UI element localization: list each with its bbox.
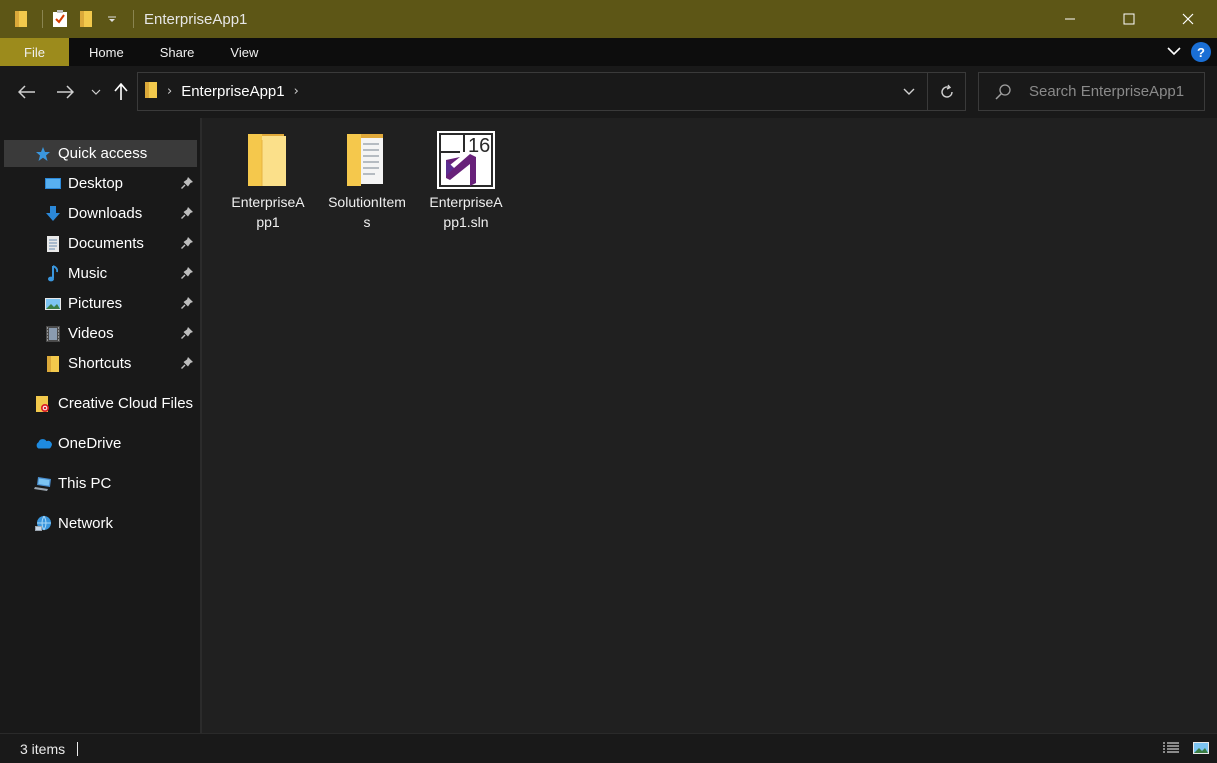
folder-icon [144, 81, 158, 103]
sidebar-item-label: Videos [68, 325, 114, 342]
this-pc-icon [34, 475, 52, 493]
onedrive-icon [34, 435, 52, 453]
sidebar-item-label: This PC [58, 475, 112, 492]
creative-cloud-icon [34, 395, 52, 413]
tab-view[interactable]: View [212, 38, 276, 66]
address-history-dropdown[interactable] [899, 82, 919, 102]
minimize-button[interactable] [1040, 0, 1099, 38]
forward-button[interactable] [53, 80, 77, 104]
sidebar-item-label: Desktop [68, 175, 124, 192]
quick-access-toolbar: EnterpriseApp1 [0, 0, 247, 38]
network-icon [34, 515, 52, 533]
breadcrumb-separator[interactable]: › [294, 84, 299, 99]
documents-icon [44, 235, 62, 253]
new-folder-icon[interactable] [75, 8, 97, 30]
search-box[interactable]: Search EnterpriseApp1 [978, 72, 1205, 111]
sidebar-item-label: Creative Cloud Files [58, 395, 194, 412]
sidebar-item-downloads[interactable]: Downloads [44, 200, 197, 227]
sidebar-item-creative-cloud-files[interactable]: Creative Cloud Files [34, 390, 197, 417]
sidebar-item-videos[interactable]: Videos [44, 320, 197, 347]
help-icon[interactable]: ? [1191, 42, 1211, 62]
pictures-icon [44, 295, 62, 313]
sidebar-item-music[interactable]: Music [44, 260, 197, 287]
sidebar-item-desktop[interactable]: Desktop [44, 170, 197, 197]
file-item[interactable]: 16 EnterpriseApp1.sln [423, 128, 509, 232]
ribbon-tabs: File Home Share View ? [0, 38, 1217, 66]
title-bar: EnterpriseApp1 [0, 0, 1217, 38]
window-title: EnterpriseApp1 [144, 10, 248, 28]
downloads-icon [44, 205, 62, 223]
sidebar-item-documents[interactable]: Documents [44, 230, 197, 257]
file-item[interactable]: EnterpriseApp1 [225, 128, 311, 232]
address-bar[interactable]: › EnterpriseApp1 › [137, 72, 966, 111]
sidebar-item-label: Quick access [58, 145, 148, 162]
pin-icon[interactable] [180, 356, 194, 370]
refresh-button[interactable] [927, 73, 965, 110]
tab-share[interactable]: Share [142, 38, 213, 66]
file-name: EnterpriseApp1 [231, 194, 305, 230]
folder-icon [236, 128, 300, 192]
file-name: SolutionItems [328, 194, 406, 230]
maximize-button[interactable] [1099, 0, 1158, 38]
sidebar-item-label: OneDrive [58, 435, 122, 452]
large-icons-view-icon[interactable] [1191, 739, 1211, 757]
pin-icon[interactable] [180, 176, 194, 190]
close-button[interactable] [1158, 0, 1217, 38]
folder-with-docs-icon [335, 128, 399, 192]
item-count: 3 items [20, 740, 66, 757]
search-icon [993, 82, 1013, 102]
sidebar-item-pictures[interactable]: Pictures [44, 290, 197, 317]
desktop-icon [44, 175, 62, 193]
sidebar-item-quick-access[interactable]: Quick access [4, 140, 197, 167]
up-button[interactable] [109, 80, 133, 104]
recent-locations-button[interactable] [84, 80, 108, 104]
sidebar-item-label: Shortcuts [68, 355, 132, 372]
pin-icon[interactable] [180, 296, 194, 310]
customize-toolbar-icon[interactable] [101, 8, 123, 30]
pin-icon[interactable] [180, 266, 194, 280]
version-label: 16 [468, 135, 490, 157]
status-bar: 3 items [0, 733, 1217, 763]
pin-icon[interactable] [180, 206, 194, 220]
expand-ribbon-icon[interactable] [1167, 44, 1181, 60]
status-separator [77, 741, 79, 756]
file-name: EnterpriseApp1.sln [429, 194, 503, 230]
properties-icon[interactable] [49, 8, 71, 30]
file-list-area[interactable]: EnterpriseApp1 SolutionItems 16 Enterpri… [202, 118, 1217, 733]
sidebar-item-label: Music [68, 265, 108, 282]
sidebar-item-label: Network [58, 515, 114, 532]
back-button[interactable] [15, 80, 39, 104]
pin-icon[interactable] [180, 326, 194, 340]
folder-icon [44, 355, 62, 373]
pin-icon[interactable] [180, 236, 194, 250]
star-icon [34, 145, 52, 163]
toolbar-separator [133, 10, 134, 28]
sidebar-item-onedrive[interactable]: OneDrive [34, 430, 197, 457]
videos-icon [44, 325, 62, 343]
file-item[interactable]: SolutionItems [324, 128, 410, 232]
tab-home[interactable]: Home [71, 38, 142, 66]
sidebar-item-shortcuts[interactable]: Shortcuts [44, 350, 197, 377]
visual-studio-solution-icon: 16 [434, 128, 498, 192]
breadcrumb-separator[interactable]: › [167, 84, 172, 99]
search-placeholder: Search EnterpriseApp1 [1029, 83, 1185, 100]
sidebar-item-label: Documents [68, 235, 144, 252]
music-icon [44, 264, 62, 283]
details-view-icon[interactable] [1161, 739, 1181, 757]
tab-file[interactable]: File [0, 38, 69, 66]
folder-icon [10, 8, 32, 30]
toolbar-separator [42, 10, 43, 28]
breadcrumb-item[interactable]: EnterpriseApp1 [181, 83, 284, 100]
sidebar-item-this-pc[interactable]: This PC [34, 470, 197, 497]
sidebar-item-label: Pictures [68, 295, 123, 312]
sidebar-item-label: Downloads [68, 205, 143, 222]
sidebar-item-network[interactable]: Network [34, 510, 197, 537]
